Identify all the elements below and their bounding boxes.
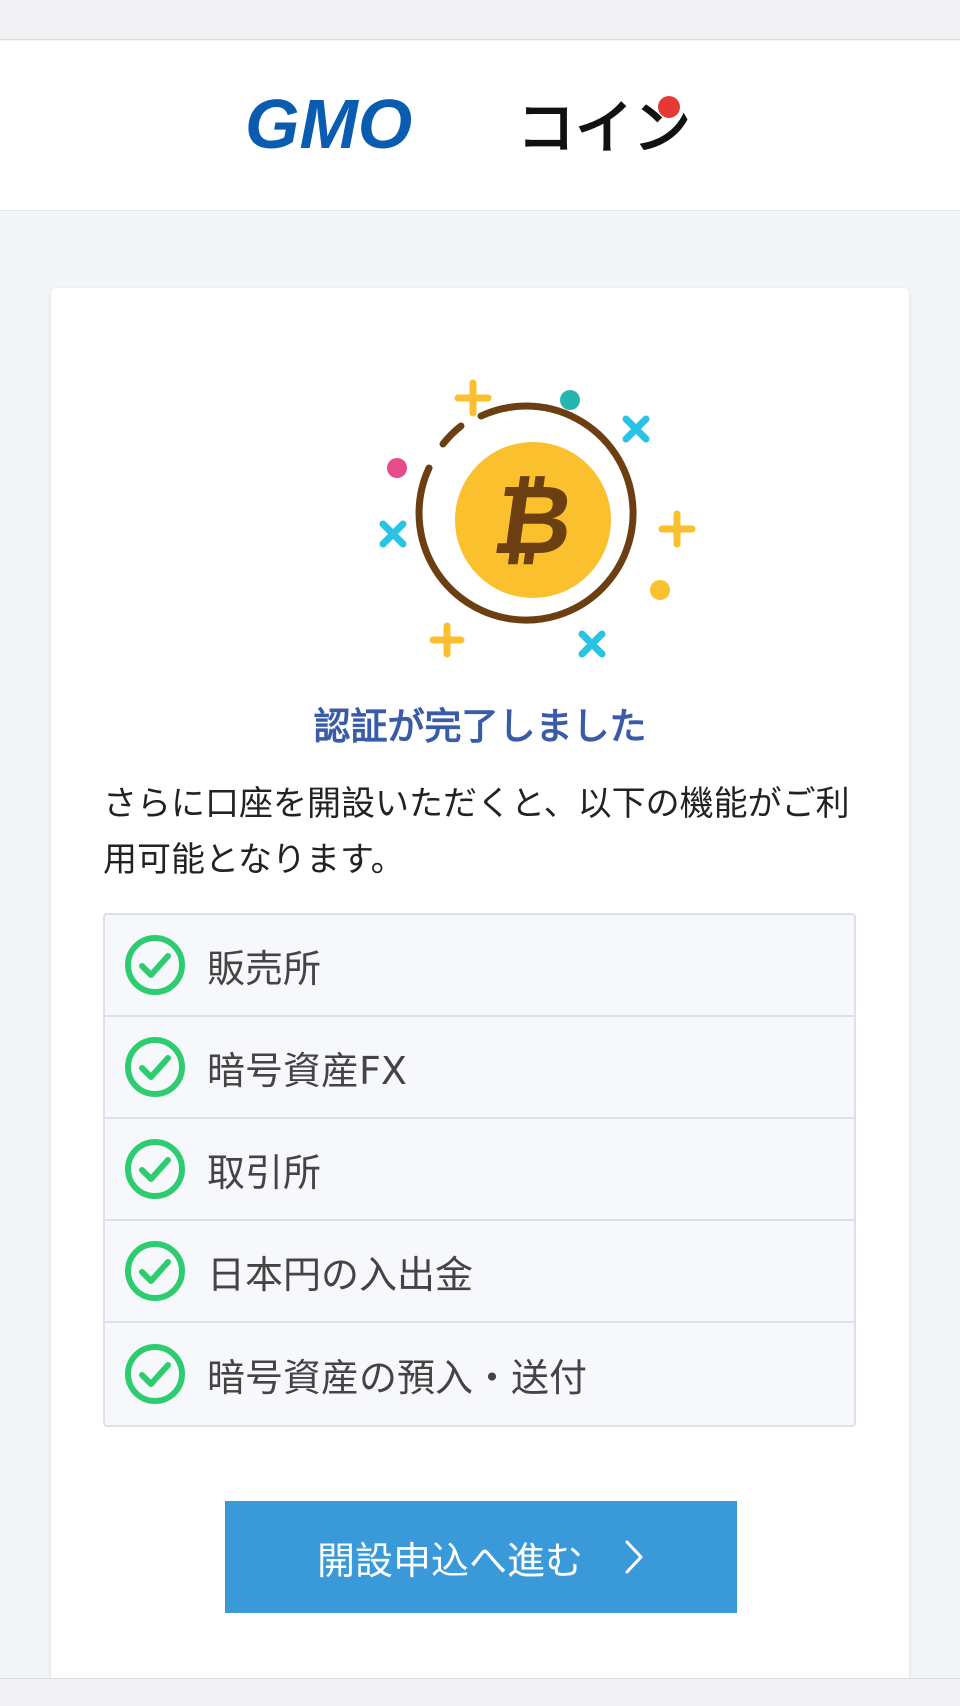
check-circle-icon xyxy=(125,1139,185,1199)
list-item: 取引所 xyxy=(105,1119,854,1221)
feature-list: 販売所 暗号資産FX 取引所 日本円の入出金 暗号資産の預入・送付 xyxy=(103,913,856,1427)
list-item: 販売所 xyxy=(105,915,854,1017)
browser-top-strip xyxy=(0,0,960,40)
check-circle-icon xyxy=(125,1037,185,1097)
description-text: さらに口座を開設いただくと、以下の機能がご利用可能となります。 xyxy=(103,784,850,880)
feature-label: 販売所 xyxy=(207,946,322,991)
site-header: GMO コイン xyxy=(0,41,960,211)
svg-text:₿: ₿ xyxy=(487,463,581,575)
apply-account-button-label: 開設申込へ進む xyxy=(316,1538,583,1583)
check-circle-icon xyxy=(125,1344,185,1404)
list-item: 日本円の入出金 xyxy=(105,1221,854,1323)
list-item: 暗号資産の預入・送付 xyxy=(105,1323,854,1425)
feature-label: 日本円の入出金 xyxy=(207,1252,474,1297)
feature-label: 取引所 xyxy=(207,1150,322,1195)
check-circle-icon xyxy=(125,1241,185,1301)
gmo-coin-logo[interactable]: GMO コイン xyxy=(245,91,715,161)
browser-bottom-strip xyxy=(0,1678,960,1706)
svg-text:GMO: GMO xyxy=(245,91,412,161)
chevron-right-icon xyxy=(625,1540,643,1574)
auth-complete-card: ₿ 認証が完了しました さらに口座を開設いただくと、以下の機能がご利用可能となり… xyxy=(51,288,909,1706)
list-item: 暗号資産FX xyxy=(105,1017,854,1119)
apply-account-button[interactable]: 開設申込へ進む xyxy=(225,1501,737,1613)
check-circle-icon xyxy=(125,935,185,995)
feature-label: 暗号資産の預入・送付 xyxy=(207,1355,588,1400)
feature-label: 暗号資産FX xyxy=(207,1048,407,1093)
bitcoin-icon: ₿ xyxy=(379,379,696,658)
page-title: 認証が完了しました xyxy=(313,705,647,748)
